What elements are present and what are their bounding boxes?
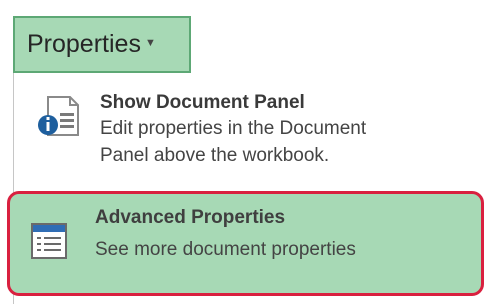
chevron-down-icon: ▼ xyxy=(144,36,156,49)
properties-menu-screenshot: Properties ▼ Show Document Panel Edit pr xyxy=(0,0,484,304)
properties-menu: Show Document Panel Edit properties in t… xyxy=(7,73,484,304)
menu-item-advanced-properties[interactable]: Advanced Properties See more document pr… xyxy=(7,191,484,296)
properties-list-icon xyxy=(30,222,70,267)
advanced-properties-description: See more document properties xyxy=(95,239,356,260)
menu-item-show-document-panel[interactable]: Show Document Panel Edit properties in t… xyxy=(14,87,484,187)
show-document-panel-description-line2: Panel above the workbook. xyxy=(100,145,330,166)
document-panel-info-icon xyxy=(36,95,80,148)
properties-dropdown-button[interactable]: Properties ▼ xyxy=(13,16,191,73)
show-document-panel-description-line1: Edit properties in the Document xyxy=(100,118,367,139)
advanced-properties-title: Advanced Properties xyxy=(95,207,286,228)
properties-label: Properties xyxy=(27,30,141,58)
show-document-panel-title: Show Document Panel xyxy=(100,92,305,113)
